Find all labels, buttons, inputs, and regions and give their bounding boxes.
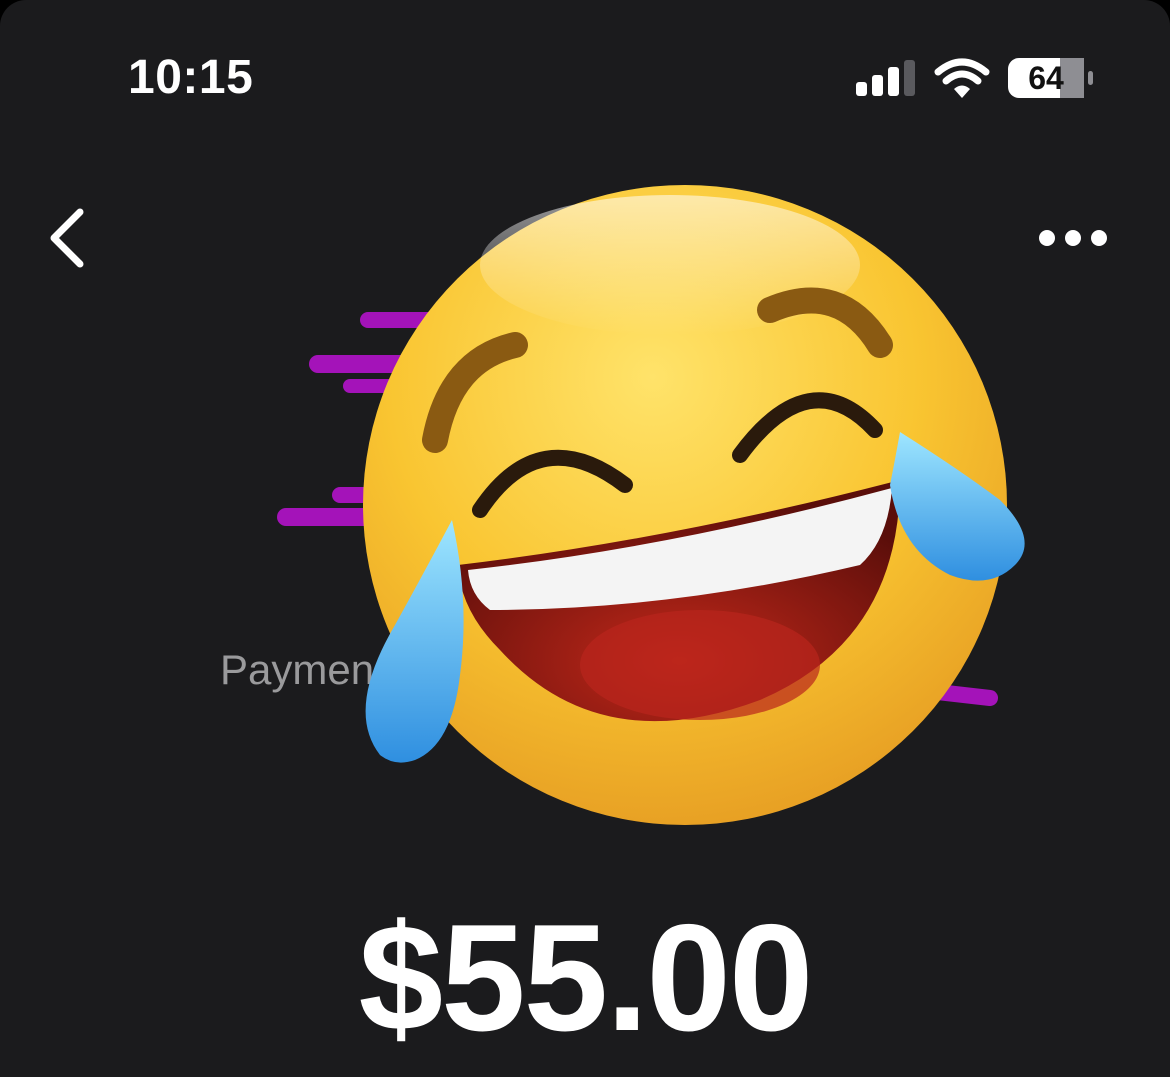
payment-screen: 10:15 64 Paymen $55.00 — [0, 0, 1170, 1077]
face-with-tears-of-joy-emoji — [363, 185, 1025, 825]
payment-amount: $55.00 — [358, 893, 814, 1063]
